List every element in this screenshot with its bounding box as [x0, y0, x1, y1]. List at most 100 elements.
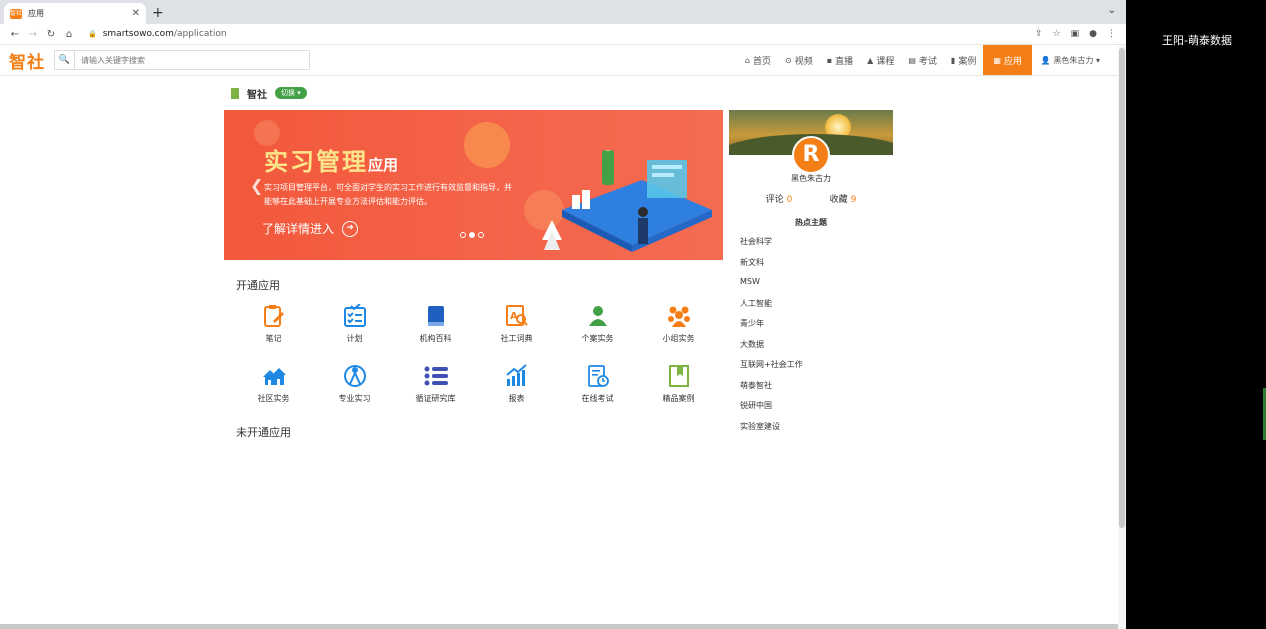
hot-topic-item[interactable]: 互联网+社会工作	[729, 359, 893, 380]
app-label: 个案实务	[581, 334, 614, 343]
play-circle-icon: ⊙	[785, 55, 792, 65]
org-switch-button[interactable]: 切换 ▾	[275, 87, 307, 99]
search-box: 🔍	[54, 50, 310, 70]
app-label: 在线考试	[581, 394, 614, 403]
app-org-wiki[interactable]: 机构百科	[395, 299, 476, 359]
app-label: 专业实习	[338, 394, 371, 403]
hot-topic-item[interactable]: 新文科	[729, 257, 893, 278]
site-header: 智社 🔍 ⌂首页 ⊙视频 ▪直播 ▲课程 ▤考试 ▮案例 ▦应用 👤 黑色朱古力…	[0, 45, 1118, 76]
favorites-label: 收藏	[829, 195, 848, 205]
star-icon[interactable]: ☆	[1053, 29, 1061, 39]
banner-carousel[interactable]: ❮ 实习管理应用 实习项目管理平台，可全面对学生的实习工作进行有效监督和指导，并…	[224, 110, 723, 260]
banner-title-main: 实习管理	[264, 148, 368, 176]
caret-down-icon: ▾	[1095, 55, 1100, 65]
tab-search-chevron-icon[interactable]: ⌄	[1108, 5, 1116, 16]
sidepanel-icon[interactable]: ▣	[1071, 29, 1080, 39]
hot-topic-item[interactable]: 社会科学	[729, 236, 893, 257]
banner-more-link[interactable]: 了解详情进入 ➜	[262, 220, 359, 237]
comments-stat[interactable]: 评论 0	[766, 192, 793, 205]
favorites-stat[interactable]: 收藏 9	[830, 192, 857, 205]
user-icon: 👤	[1040, 55, 1051, 65]
profile-icon[interactable]: ●	[1089, 29, 1097, 39]
menu-kebab-icon[interactable]: ⋮	[1107, 29, 1116, 39]
nav-home[interactable]: ⌂ 首页	[738, 45, 778, 76]
profile-stats: 评论 0 收藏 9	[729, 192, 893, 205]
bookmark-frame-icon	[668, 365, 689, 387]
book-icon	[427, 306, 444, 326]
app-report[interactable]: 报表	[476, 359, 557, 419]
scrollbar-thumb[interactable]	[1119, 48, 1125, 528]
nav-exam[interactable]: ▤ 考试	[901, 45, 944, 76]
site-favicon-icon: 智社	[10, 8, 23, 19]
nav-course[interactable]: ▲ 课程	[860, 45, 901, 76]
compass-icon	[343, 365, 366, 387]
banner-dot-active[interactable]	[469, 232, 475, 238]
hot-topic-item[interactable]: 青少年	[729, 318, 893, 339]
tab-strip: 智社 应用 ✕ + ⌄	[0, 0, 1126, 24]
app-label: 循证研究库	[415, 394, 456, 403]
app-community[interactable]: 社区实务	[233, 359, 314, 419]
note-pencil-icon	[263, 305, 284, 327]
app-online-exam[interactable]: 在线考试	[557, 359, 638, 419]
app-evidence-lib[interactable]: 循证研究库	[395, 359, 476, 419]
user-menu[interactable]: 👤 黑色朱古力 ▾	[1032, 55, 1100, 66]
app-label: 小组实务	[662, 334, 695, 343]
bookmark-icon: ▮	[950, 55, 956, 65]
search-icon[interactable]: 🔍	[55, 51, 75, 69]
app-casework[interactable]: 个案实务	[557, 299, 638, 359]
app-label: 笔记	[265, 334, 282, 343]
search-input[interactable]	[75, 55, 295, 65]
banner-dots	[460, 232, 484, 238]
vertical-scrollbar[interactable]	[1118, 46, 1126, 629]
camera-icon: ▪	[826, 55, 833, 65]
video-side-panel: 王阳-萌泰数据	[1126, 0, 1266, 629]
apps-grid: 笔记 计划 机构百科 A 社工词典 个案实务 小组实务 社区实务 专业实习 循证…	[233, 299, 719, 419]
close-tab-icon[interactable]: ✕	[132, 8, 140, 19]
user-profile-card: R 黑色朱古力 评论 0 收藏 9	[729, 110, 893, 205]
banner-prev-icon[interactable]: ❮	[250, 176, 263, 195]
hot-topic-item[interactable]: 萌泰智社	[729, 380, 893, 401]
group-icon	[667, 306, 690, 327]
app-dictionary[interactable]: A 社工词典	[476, 299, 557, 359]
checklist-icon	[343, 304, 366, 327]
nav-label: 课程	[876, 56, 895, 67]
nav-label: 直播	[835, 56, 854, 67]
banner-title-sub: 应用	[368, 156, 399, 174]
forward-icon[interactable]: →	[24, 29, 42, 40]
org-row: 智社 切换 ▾	[231, 85, 894, 101]
houses-icon	[262, 368, 286, 385]
app-plan[interactable]: 计划	[314, 299, 395, 359]
nav-label: 首页	[753, 56, 772, 67]
nav-video[interactable]: ⊙ 视频	[778, 45, 820, 76]
site-logo[interactable]: 智社	[9, 48, 45, 73]
app-groupwork[interactable]: 小组实务	[638, 299, 719, 359]
hot-topic-item[interactable]: 人工智能	[729, 298, 893, 319]
share-icon[interactable]: ⇪	[1035, 29, 1043, 39]
url-domain: smartsowo.com	[102, 29, 174, 39]
hot-topic-item[interactable]: 锐研中国	[729, 400, 893, 421]
banner-dot[interactable]	[460, 232, 466, 238]
nav-label: 应用	[1003, 56, 1022, 67]
app-internship[interactable]: 专业实习	[314, 359, 395, 419]
back-icon[interactable]: ←	[6, 29, 24, 40]
nav-live[interactable]: ▪ 直播	[820, 45, 860, 76]
new-tab-icon[interactable]: +	[152, 3, 164, 23]
hot-topic-item[interactable]: 实验室建设	[729, 421, 893, 442]
nav-apps[interactable]: ▦ 应用	[983, 45, 1032, 75]
address-bar[interactable]: 🔒 smartsowo.com/application	[88, 29, 1035, 39]
reload-icon[interactable]: ↻	[42, 29, 60, 40]
hot-topic-item[interactable]: 大数据	[729, 339, 893, 360]
banner-dot[interactable]	[478, 232, 484, 238]
browser-tab[interactable]: 智社 应用 ✕	[4, 3, 146, 24]
avatar[interactable]: R	[792, 136, 830, 174]
nav-case[interactable]: ▮ 案例	[944, 45, 983, 76]
app-featured-cases[interactable]: 精品案例	[638, 359, 719, 419]
lock-icon: 🔒	[88, 30, 97, 38]
user-name: 黑色朱古力	[1053, 55, 1094, 65]
banner-more-label: 了解详情进入	[262, 222, 335, 236]
graduation-cap-icon: ▲	[867, 55, 874, 65]
home-browser-icon[interactable]: ⌂	[60, 29, 78, 40]
app-notes[interactable]: 笔记	[233, 299, 314, 359]
hot-topic-item[interactable]: MSW	[729, 277, 893, 298]
horizontal-scrollbar[interactable]	[0, 624, 1118, 629]
